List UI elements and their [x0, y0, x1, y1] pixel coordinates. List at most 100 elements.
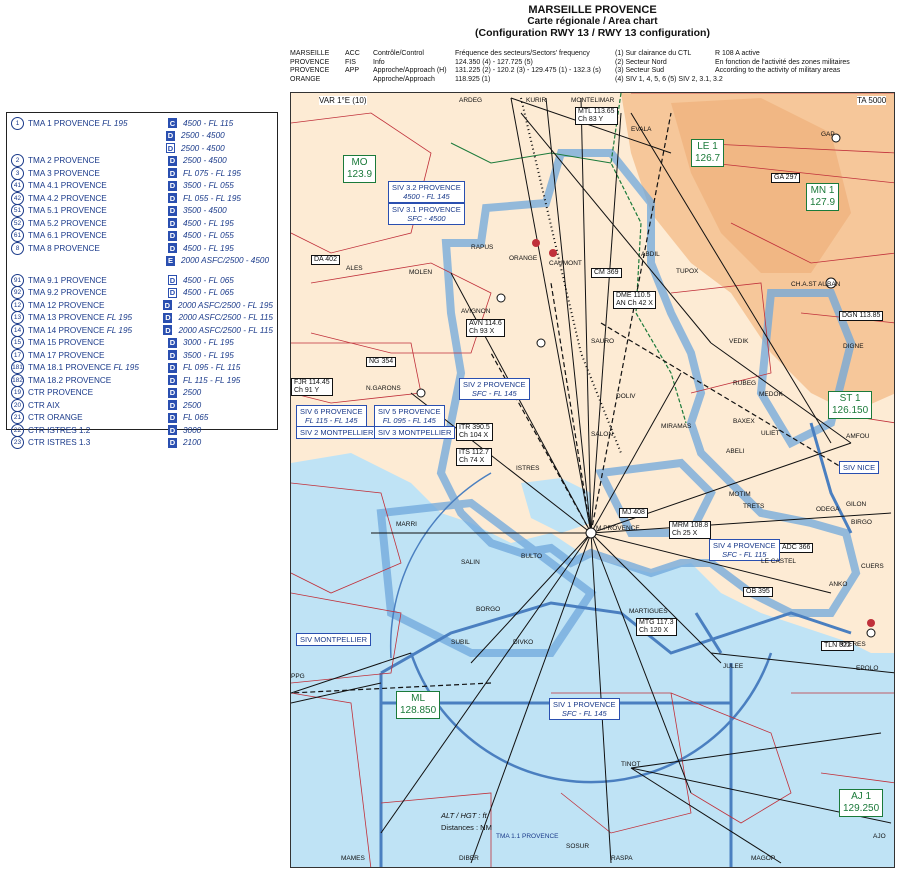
navaid-name: MRM 108.8: [672, 522, 709, 529]
legend-limits: FL 095 - FL 115: [183, 363, 241, 373]
airspace-class-badge: D: [168, 437, 177, 448]
legend-limits: 2000 ASFC/2500 - FL 195: [177, 300, 273, 310]
waypoint-label: AMFOU: [846, 433, 870, 440]
waypoint-label: ISTRES: [516, 465, 540, 472]
siv-limits: SFC - 4500: [407, 214, 446, 223]
navaid-name: DA 402: [314, 256, 337, 263]
legend-name: TMA 13 PROVENCE FL 195: [28, 313, 133, 323]
siv-sector-box: SIV 6 PROVENCE FL 115 - FL 145: [296, 405, 367, 427]
waypoint-label: DIVKO: [513, 639, 534, 646]
waypoint-label: EVALA: [631, 126, 652, 133]
waypoint-label: RUBEG: [733, 380, 757, 387]
controller-frequency-box: MN 1 127.9: [806, 183, 840, 211]
freq-cell: PROVENCE: [290, 58, 330, 66]
airspace-class-badge: D: [168, 275, 177, 286]
legend-name: TMA 18.2 PROVENCE: [28, 375, 112, 385]
navaid-channel: AN Ch 42 X: [616, 300, 653, 307]
airspace-legend: 1 TMA 1 PROVENCE FL 195 C 4500 - FL 115 D 250…: [6, 112, 278, 450]
legend-num: 12: [11, 298, 24, 312]
legend-row: 21 CTR ORANGE D FL 065: [11, 411, 273, 425]
legend-limits: FL 065: [183, 413, 209, 423]
waypoint-label: ALES: [346, 265, 363, 272]
title-line-1: MARSEILLE PROVENCE: [528, 4, 657, 16]
legend-name: CTR PROVENCE: [28, 388, 94, 398]
map-canvas: [291, 93, 894, 867]
legend-name: TMA 6.1 PROVENCE: [28, 231, 107, 241]
legend-name: TMA 2 PROVENCE: [28, 156, 100, 166]
legend-row: 51 TMA 5.1 PROVENCE D 3500 - 4500: [11, 204, 273, 218]
legend-num: 181: [11, 361, 24, 375]
airspace-class-badge: C: [168, 118, 177, 129]
waypoint-label: CUERS: [861, 563, 884, 570]
legend-name: TMA 12 PROVENCE: [28, 300, 105, 310]
legend-num: 19: [11, 386, 24, 400]
airspace-class-badge: D: [168, 193, 177, 204]
waypoint-label: ABDIL: [641, 251, 660, 258]
airspace-class-badge: D: [168, 218, 177, 229]
waypoint-label: M.PROVENCE: [596, 525, 640, 532]
airspace-class-badge: D: [168, 243, 177, 254]
siv-sector-box: SIV 5 PROVENCE FL 095 - FL 145: [374, 405, 445, 427]
waypoint-label: SOSUR: [566, 843, 590, 850]
legend-row: 52 TMA 5.2 PROVENCE D 4500 - FL 195: [11, 216, 273, 230]
freq-cell: MARSEILLE: [290, 50, 330, 57]
legend-name: TMA 1 PROVENCE FL 195: [28, 118, 128, 128]
legend-row: 19 CTR PROVENCE D 2500: [11, 386, 273, 400]
siv-limits: SFC - FL 115: [722, 550, 767, 559]
legend-row: 2 TMA 2 PROVENCE D 2500 - 4500: [11, 154, 273, 168]
waypoint-label: ABELI: [726, 448, 745, 455]
navaid-name: CM 369: [594, 269, 619, 276]
legend-row: 61 TMA 6.1 PROVENCE D 4500 - FL 055: [11, 229, 273, 243]
waypoint-label: MIRAMAS: [661, 423, 692, 430]
navaid-name: MJ 408: [622, 509, 645, 516]
waypoint-label: BULTO: [521, 553, 543, 560]
legend-name: TMA 9.2 PROVENCE: [28, 288, 107, 298]
legend-num: 61: [11, 229, 24, 243]
legend-row: 14 TMA 14 PROVENCE FL 195 D 2000 ASFC/2500 …: [11, 323, 273, 337]
siv-limits: FL 115 - FL 145: [304, 416, 358, 425]
legend-row: E 2000 ASFC/2500 - 4500: [11, 255, 273, 268]
waypoint-label: ODEGA: [816, 506, 840, 513]
waypoint-label: PPG: [291, 673, 305, 680]
waypoint-label: GAP: [821, 131, 835, 138]
navaid-box: FJR 114.45 Ch 91 Y: [291, 378, 333, 396]
legend-name: TMA 8 PROVENCE: [28, 243, 100, 253]
navaid-box: DME 110.5 AN Ch 42 X: [613, 291, 656, 309]
legend-num: 13: [11, 311, 24, 325]
navaid-box: MTG 117.3 Ch 120 X: [636, 618, 677, 636]
legend-limits: 2500: [183, 388, 202, 398]
controller-id: ST 1: [839, 393, 861, 404]
legend-limits: FL 055 - FL 195: [183, 193, 241, 203]
controller-frequency-box: LE 1 126.7: [691, 139, 725, 167]
freq-cell: (1) Sur clairance du CTL: [615, 50, 692, 57]
waypoint-label: MAGOP: [751, 855, 776, 862]
freq-cell: FIS: [345, 58, 356, 66]
siv-name: SIV MONTPELLIER: [300, 635, 368, 644]
freq-cell: APP: [345, 67, 360, 75]
waypoint-label: ARDEG: [459, 97, 483, 104]
waypoint-label: CAUMONT: [549, 260, 582, 267]
legend-num: 91: [11, 273, 24, 287]
legend-limits: 3500 - FL 055: [183, 181, 234, 191]
freq-cell: R 108 A active: [715, 50, 760, 57]
legend-limits: FL 115 - FL 195: [183, 375, 241, 385]
airspace-class-badge: D: [163, 312, 173, 323]
waypoint-label: SUBIL: [451, 639, 470, 646]
legend-limits: 3500 - FL 195: [183, 350, 234, 360]
waypoint-label: SALIN: [461, 559, 480, 566]
waypoint-label: MOTIM: [729, 491, 751, 498]
airspace-class-badge: D: [162, 300, 172, 311]
navaid-name: DGN 113.85: [842, 312, 881, 319]
waypoint-label: KURIR: [526, 97, 547, 104]
navaid-name: ADC 366: [782, 544, 811, 551]
controller-frequency-box: MO 123.9: [343, 155, 377, 183]
airspace-class-badge: D: [168, 337, 177, 348]
legend-num: 23: [11, 436, 24, 450]
waypoint-label: BAXEX: [733, 418, 755, 425]
waypoint-label: SAURO: [591, 338, 615, 345]
navaid-box: DGN 113.85: [839, 311, 884, 321]
navaid-name: FJR 114.45: [294, 379, 330, 386]
airspace-class-badge: D: [168, 168, 177, 179]
controller-frequency-box: ST 1 126.150: [828, 391, 873, 419]
controller-freq: 128.850: [400, 705, 437, 716]
